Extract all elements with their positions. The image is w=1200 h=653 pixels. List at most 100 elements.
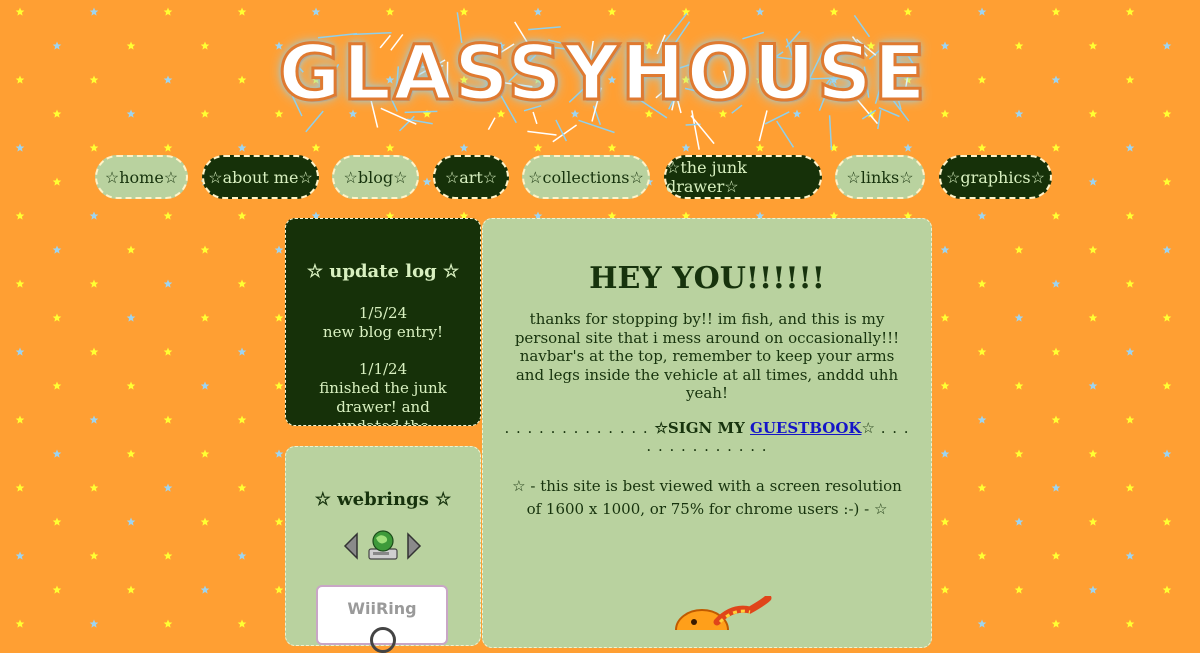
star-icon xyxy=(275,450,284,458)
star-icon xyxy=(90,416,99,424)
star-icon xyxy=(1052,348,1061,356)
star-icon xyxy=(1015,586,1024,594)
star-icon xyxy=(941,246,950,254)
star-icon xyxy=(978,484,987,492)
star-icon xyxy=(16,416,25,424)
star-icon xyxy=(90,212,99,220)
update-entry-text: new blog entry! xyxy=(286,323,480,342)
nav-blog-label: ☆blog☆ xyxy=(344,168,408,187)
star-icon xyxy=(1015,518,1024,526)
update-entry: 1/5/24 new blog entry! xyxy=(286,304,480,342)
star-icon xyxy=(164,212,173,220)
star-icon xyxy=(941,382,950,390)
star-icon xyxy=(941,314,950,322)
star-icon xyxy=(90,280,99,288)
star-icon xyxy=(1052,620,1061,628)
star-icon xyxy=(1163,586,1172,594)
star-icon xyxy=(238,212,247,220)
star-icon xyxy=(53,42,62,50)
guestbook-suffix: ☆ xyxy=(861,419,874,437)
sparkle-ray xyxy=(777,121,794,147)
update-entry: 1/1/24 finished the junk drawer! and upd… xyxy=(286,360,480,426)
main-heading: HEY YOU!!!!!! xyxy=(483,261,931,296)
star-icon xyxy=(1015,246,1024,254)
guestbook-link[interactable]: GUESTBOOK xyxy=(750,419,861,437)
mascot-creature-icon xyxy=(672,596,782,630)
nav-blog[interactable]: ☆blog☆ xyxy=(332,155,419,199)
nav-links[interactable]: ☆links☆ xyxy=(835,155,925,199)
star-icon xyxy=(1126,280,1135,288)
star-icon xyxy=(90,484,99,492)
guestbook-dots-left: . . . . . . . . . . . . . xyxy=(504,419,654,437)
star-icon xyxy=(201,246,210,254)
star-icon xyxy=(16,280,25,288)
star-icon xyxy=(941,586,950,594)
star-icon xyxy=(1052,484,1061,492)
star-icon xyxy=(238,484,247,492)
star-icon xyxy=(1163,382,1172,390)
star-icon xyxy=(1015,314,1024,322)
update-log-panel[interactable]: ☆ update log ☆ 1/5/24 new blog entry! 1/… xyxy=(285,218,481,426)
star-icon xyxy=(164,484,173,492)
intro-text: thanks for stopping by!! im fish, and th… xyxy=(509,310,905,403)
star-icon xyxy=(1126,144,1135,152)
star-icon xyxy=(275,246,284,254)
computer-globe-icon[interactable] xyxy=(367,529,399,563)
star-icon xyxy=(1015,110,1024,118)
webrings-title: ☆ webrings ☆ xyxy=(286,489,480,510)
nav-junk-drawer[interactable]: ☆the junk drawer☆ xyxy=(664,155,822,199)
star-icon xyxy=(1015,450,1024,458)
update-entry-text: finished the junk drawer! and updated th… xyxy=(314,379,452,426)
star-icon xyxy=(16,8,25,16)
star-icon xyxy=(16,212,25,220)
logo-text: GLASSYHOUSE xyxy=(258,28,948,117)
nav-home[interactable]: ☆home☆ xyxy=(95,155,188,199)
nav-art-label: ☆art☆ xyxy=(445,168,497,187)
nav-about-me[interactable]: ☆about me☆ xyxy=(202,155,319,199)
star-icon xyxy=(238,8,247,16)
star-icon xyxy=(978,416,987,424)
right-arrow-icon[interactable] xyxy=(406,532,422,560)
star-icon xyxy=(16,144,25,152)
star-icon xyxy=(238,348,247,356)
star-icon xyxy=(164,8,173,16)
star-icon xyxy=(1052,144,1061,152)
nav-junk-drawer-label: ☆the junk drawer☆ xyxy=(666,158,820,196)
star-icon xyxy=(978,280,987,288)
update-entry-date: 1/1/24 xyxy=(314,360,452,379)
star-icon xyxy=(978,348,987,356)
star-icon xyxy=(978,8,987,16)
wiiring-badge[interactable]: WiiRing xyxy=(316,585,448,645)
star-icon xyxy=(127,246,136,254)
star-icon xyxy=(1163,246,1172,254)
star-icon xyxy=(238,620,247,628)
star-icon xyxy=(238,416,247,424)
star-icon xyxy=(1126,212,1135,220)
sparkle-ray xyxy=(830,115,832,150)
star-icon xyxy=(1089,450,1098,458)
nav-graphics[interactable]: ☆graphics☆ xyxy=(939,155,1052,199)
star-icon xyxy=(1126,484,1135,492)
star-icon xyxy=(941,518,950,526)
star-icon xyxy=(53,586,62,594)
star-icon xyxy=(53,382,62,390)
star-icon xyxy=(1126,620,1135,628)
star-icon xyxy=(978,76,987,84)
nav-home-label: ☆home☆ xyxy=(105,168,178,187)
sparkle-ray xyxy=(527,131,556,135)
nav-art[interactable]: ☆art☆ xyxy=(433,155,509,199)
star-icon xyxy=(1089,518,1098,526)
star-icon xyxy=(201,110,210,118)
star-icon xyxy=(275,382,284,390)
star-icon xyxy=(16,76,25,84)
star-icon xyxy=(127,518,136,526)
update-log-title: ☆ update log ☆ xyxy=(286,261,480,282)
star-icon xyxy=(238,76,247,84)
nav-collections[interactable]: ☆collections☆ xyxy=(522,155,650,199)
star-icon xyxy=(1089,314,1098,322)
left-arrow-icon[interactable] xyxy=(343,532,359,560)
star-icon xyxy=(90,348,99,356)
star-icon xyxy=(238,280,247,288)
star-icon xyxy=(127,314,136,322)
star-icon xyxy=(978,212,987,220)
